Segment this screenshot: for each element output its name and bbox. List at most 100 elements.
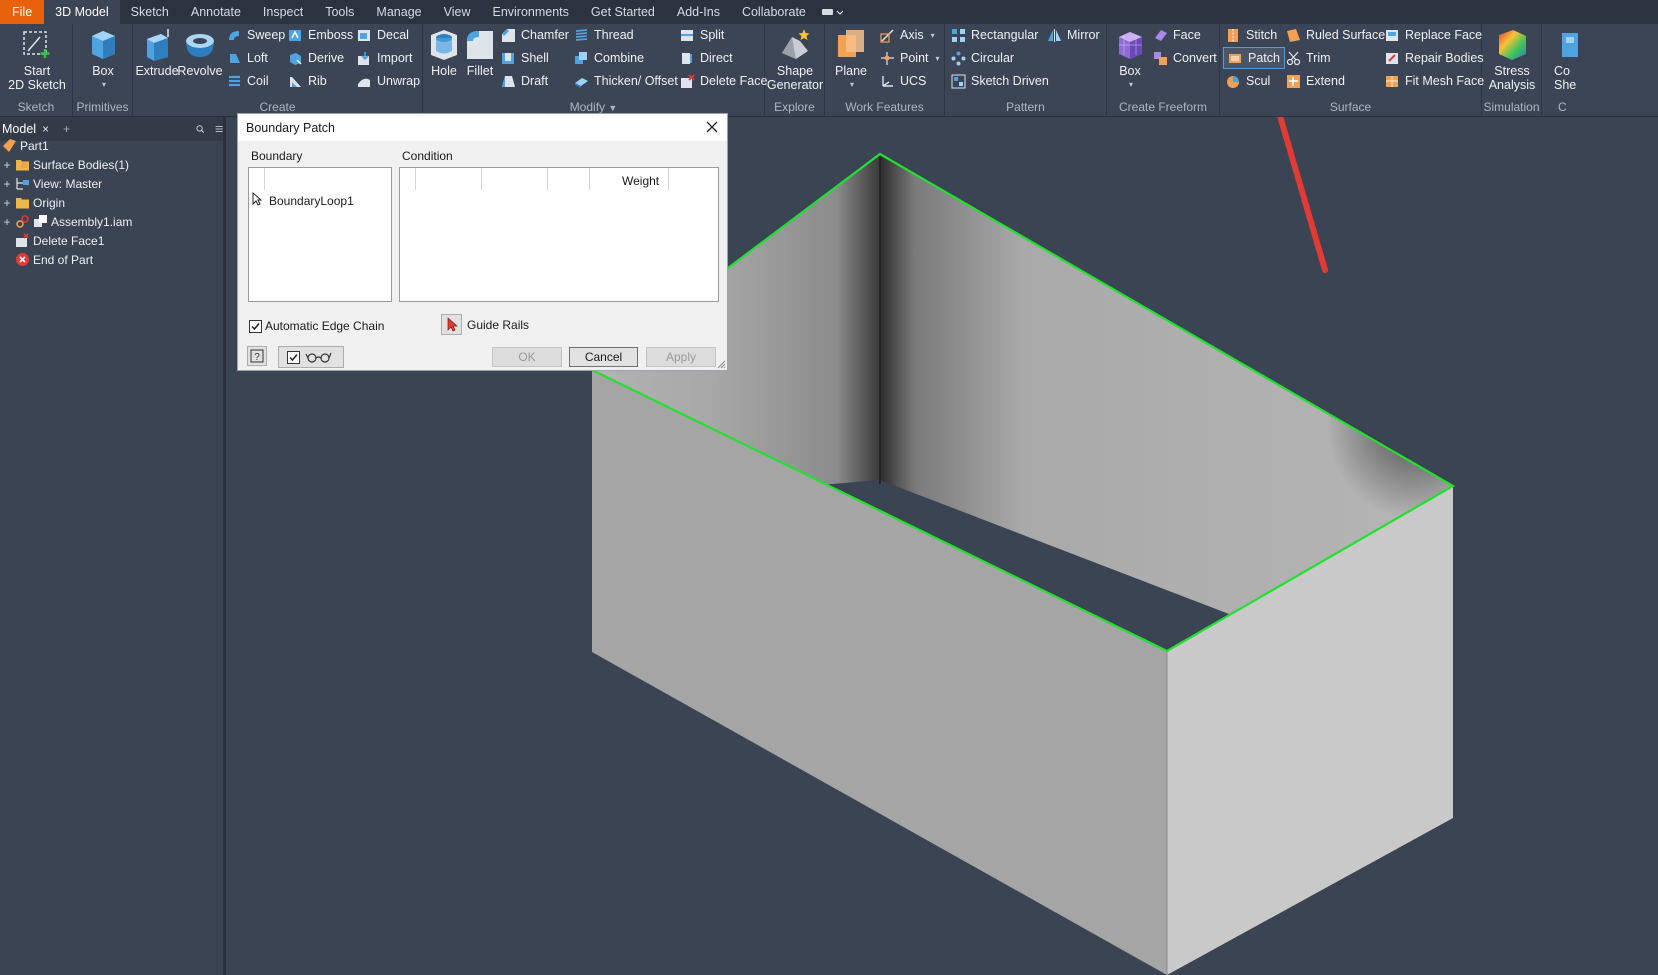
tree-item-surface-bodies[interactable]: + Surface Bodies(1) <box>2 155 129 174</box>
thread-button[interactable]: Thread <box>574 25 634 45</box>
ruled-surface-button[interactable]: Ruled Surface <box>1286 25 1385 45</box>
tab-tools[interactable]: Tools <box>314 0 365 24</box>
tab-annotate[interactable]: Annotate <box>180 0 252 24</box>
panel-label-sketch: Sketch <box>17 100 55 114</box>
thicken-offset-button[interactable]: Thicken/ Offset <box>574 71 678 91</box>
box-primitive-button[interactable]: Box ▾ <box>83 27 123 92</box>
expand-icon[interactable]: + <box>2 158 12 172</box>
automatic-edge-chain-checkbox[interactable]: Automatic Edge Chain <box>249 319 384 333</box>
emboss-button[interactable]: Emboss <box>288 25 353 45</box>
tab-environments[interactable]: Environments <box>481 0 579 24</box>
repair-bodies-button[interactable]: Repair Bodies <box>1385 48 1484 68</box>
expand-icon[interactable]: + <box>2 196 12 210</box>
fit-mesh-face-button[interactable]: Fit Mesh Face <box>1385 71 1484 91</box>
guide-rails-selector[interactable]: Guide Rails <box>441 314 529 335</box>
tab-collaborate[interactable]: Collaborate <box>731 0 817 24</box>
shape-generator-button[interactable]: Shape Generator <box>767 27 823 92</box>
resize-grip-icon[interactable] <box>716 359 726 369</box>
sculpt-button[interactable]: Scul <box>1226 71 1270 91</box>
extend-button[interactable]: Extend <box>1286 71 1345 91</box>
delete-face-button[interactable]: Delete Face <box>680 71 767 91</box>
panel-label-modify[interactable]: Modify ▼ <box>423 100 764 114</box>
stress-analysis-button[interactable]: Stress Analysis <box>1486 27 1538 92</box>
extrude-button[interactable]: Extrude <box>135 27 179 78</box>
tree-item-view-master[interactable]: + View: Master <box>2 174 102 193</box>
plane-button[interactable]: Plane ▾ <box>831 27 871 92</box>
mirror-button[interactable]: Mirror <box>1047 25 1100 45</box>
import-icon <box>358 51 369 65</box>
panel-options-icon[interactable] <box>817 0 847 24</box>
cut-off-button[interactable]: Co She <box>1546 27 1578 92</box>
add-tab-icon[interactable] <box>63 123 70 135</box>
fillet-button[interactable]: Fillet <box>461 27 499 78</box>
dialog-title-bar[interactable]: Boundary Patch <box>238 114 727 141</box>
unwrap-button[interactable]: Unwrap <box>357 71 420 91</box>
folder-icon <box>16 198 29 209</box>
direct-button[interactable]: Direct <box>680 48 733 68</box>
preview-toggle[interactable] <box>278 346 344 368</box>
checkbox-box[interactable] <box>249 319 262 333</box>
close-icon[interactable] <box>704 119 720 135</box>
loft-button[interactable]: Loft <box>227 48 268 68</box>
rectangular-pattern-button[interactable]: Rectangular <box>951 25 1038 45</box>
apply-button[interactable]: Apply <box>646 347 716 367</box>
ok-button[interactable]: OK <box>492 347 562 367</box>
stitch-button[interactable]: Stitch <box>1226 25 1277 45</box>
boundary-list[interactable]: BoundaryLoop1 <box>248 167 392 302</box>
derive-button[interactable]: Derive <box>288 48 344 68</box>
search-icon[interactable] <box>196 122 205 136</box>
tree-item-end-of-part[interactable]: End of Part <box>15 250 93 269</box>
expand-icon[interactable]: + <box>2 177 12 191</box>
tab-3d-model[interactable]: 3D Model <box>44 0 120 24</box>
model-browser: Model Part1 + Surface Bodies(1) + View: … <box>0 117 226 975</box>
menu-icon[interactable] <box>215 122 223 136</box>
axis-button[interactable]: Axis ▾ <box>880 25 935 45</box>
point-button[interactable]: Point ▾ <box>880 48 940 68</box>
tree-item-part1[interactable]: Part1 <box>2 136 49 155</box>
import-button[interactable]: Import <box>357 48 412 68</box>
split-button[interactable]: Split <box>680 25 724 45</box>
replace-face-button[interactable]: Replace Face <box>1385 25 1482 45</box>
boundary-loop-item[interactable]: BoundaryLoop1 <box>269 194 354 208</box>
circular-pattern-button[interactable]: Circular <box>951 48 1014 68</box>
trim-label: Trim <box>1306 51 1331 65</box>
shell-button[interactable]: Shell <box>501 48 549 68</box>
tab-sketch[interactable]: Sketch <box>120 0 180 24</box>
tab-manage[interactable]: Manage <box>365 0 432 24</box>
coil-button[interactable]: Coil <box>227 71 269 91</box>
sweep-button[interactable]: Sweep <box>227 25 285 45</box>
browser-tab-model[interactable]: Model <box>2 122 36 136</box>
link-icon <box>16 215 29 228</box>
expand-icon[interactable]: + <box>2 215 12 229</box>
patch-button[interactable]: Patch <box>1223 47 1285 69</box>
preview-checkbox[interactable] <box>287 350 300 364</box>
tab-get-started[interactable]: Get Started <box>580 0 666 24</box>
tree-item-origin[interactable]: + Origin <box>2 193 65 212</box>
revolve-button[interactable]: Revolve <box>177 27 223 78</box>
condition-grid[interactable]: Weight <box>399 167 719 302</box>
hole-button[interactable]: Hole <box>425 27 463 78</box>
close-icon[interactable] <box>42 123 49 135</box>
tab-inspect[interactable]: Inspect <box>252 0 314 24</box>
ucs-button[interactable]: UCS <box>880 71 926 91</box>
draft-button[interactable]: Draft <box>501 71 548 91</box>
chamfer-button[interactable]: Chamfer <box>501 25 569 45</box>
freeform-face-button[interactable]: Face <box>1153 25 1201 45</box>
tab-view[interactable]: View <box>433 0 482 24</box>
start-2d-sketch-button[interactable]: Start 2D Sketch <box>6 27 68 92</box>
tree-item-assembly1[interactable]: + Assembly1.iam <box>2 212 132 231</box>
tab-file[interactable]: File <box>0 0 45 24</box>
trim-button[interactable]: Trim <box>1286 48 1331 68</box>
tree-item-delete-face1[interactable]: Delete Face1 <box>15 231 104 250</box>
cancel-button[interactable]: Cancel <box>569 347 638 367</box>
tab-add-ins[interactable]: Add-Ins <box>666 0 731 24</box>
convert-button[interactable]: Convert <box>1153 48 1217 68</box>
sketch-driven-button[interactable]: Sketch Driven <box>951 71 1049 91</box>
rib-button[interactable]: Rib <box>288 71 327 91</box>
combine-button[interactable]: Combine <box>574 48 644 68</box>
guide-rails-select-button[interactable] <box>441 314 462 335</box>
decal-button[interactable]: Decal <box>357 25 409 45</box>
panel-primitives: Box ▾ Primitives <box>73 24 133 117</box>
help-button[interactable]: ? <box>247 346 267 366</box>
freeform-box-button[interactable]: Box ▾ <box>1111 27 1149 92</box>
